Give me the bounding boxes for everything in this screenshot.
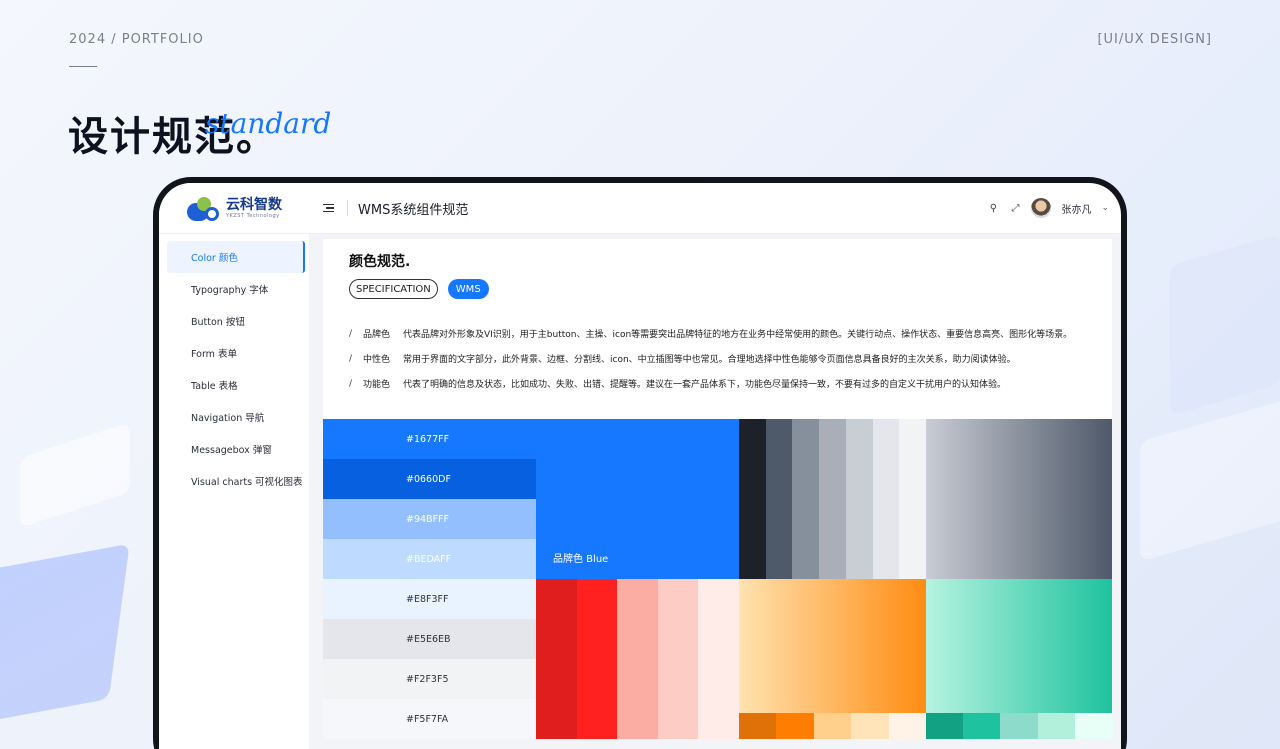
header-actions: ⚲ ⤢ 张亦凡 ⌄ [987, 183, 1109, 233]
sidebar-item-navigation[interactable]: Navigation 导航 [167, 401, 305, 433]
sidebar-item-color[interactable]: Color 颜色 [167, 241, 305, 273]
tag-group: SPECIFICATION WMS [349, 279, 489, 299]
color-spec-card: 颜色规范. SPECIFICATION WMS / 品牌色 代表品牌对外形象及V… [323, 239, 1112, 419]
color-swatch-0660df: #0660DF [323, 459, 536, 499]
orange-swatch [888, 713, 927, 739]
sidebar-item-table[interactable]: Table 表格 [167, 369, 305, 401]
description-item: / 功能色 代表了明确的信息及状态，比如成功、失败、出错、提醒等。建议在一套产品… [349, 378, 1007, 391]
decor-shape [20, 422, 130, 528]
color-swatch-e8f3ff: #E8F3FF [323, 579, 536, 619]
green-swatch [1074, 713, 1113, 739]
brand-color-label: 品牌色 Blue [553, 554, 609, 565]
neutral-gradient [926, 419, 1112, 579]
logo-subtitle: YKZST Technology [226, 213, 280, 219]
fullscreen-icon[interactable]: ⤢ [1009, 203, 1021, 214]
chevron-down-icon[interactable]: ⌄ [1101, 203, 1109, 213]
tag-specification: SPECIFICATION [349, 279, 438, 299]
decor-shape [1140, 398, 1280, 562]
user-name[interactable]: 张亦凡 [1061, 201, 1091, 216]
category-label: [UI/UX DESIGN] [1097, 32, 1212, 47]
neutral-swatch [845, 419, 873, 579]
logo-icon [185, 195, 221, 221]
description-text: 常用于界面的文字部分，此外背景、边框、分割线、icon、中立插图等中也常见。合理… [403, 355, 1016, 365]
description-item: / 中性色 常用于界面的文字部分，此外背景、边框、分割线、icon、中立插图等中… [349, 353, 1016, 366]
sidebar-item-typography[interactable]: Typography 字体 [167, 273, 305, 305]
green-swatch [963, 713, 1002, 739]
green-swatch [1037, 713, 1076, 739]
description-label: 功能色 [363, 380, 391, 390]
neutral-swatch [765, 419, 793, 579]
color-swatch-f2f3f5: #F2F3F5 [323, 659, 536, 699]
red-swatch [657, 579, 699, 739]
script-word: standard [205, 107, 332, 140]
app-screen: 云科智数 YKZST Technology Color 颜色 Typograph… [159, 183, 1121, 749]
sidebar-item-messagebox[interactable]: Messagebox 弹窗 [167, 433, 305, 465]
color-swatch-94bfff: #94BFFF [323, 499, 536, 539]
header-title: WMS系统组件规范 [358, 202, 469, 218]
year-portfolio-label: 2024 / PORTFOLIO [69, 32, 204, 47]
avatar[interactable] [1031, 198, 1052, 218]
decor-shape [1170, 234, 1280, 416]
red-swatch [536, 579, 577, 739]
tablet-frame: 云科智数 YKZST Technology Color 颜色 Typograph… [153, 177, 1127, 749]
sidebar: 云科智数 YKZST Technology Color 颜色 Typograph… [159, 183, 309, 749]
decor-shape [0, 543, 130, 727]
divider [69, 66, 97, 67]
sidebar-item-button[interactable]: Button 按钮 [167, 305, 305, 337]
color-swatch-1677ff: #1677FF [323, 419, 536, 459]
logo[interactable]: 云科智数 YKZST Technology [185, 193, 282, 223]
red-swatch [698, 579, 740, 739]
app-header: WMS系统组件规范 ⚲ ⤢ 张亦凡 ⌄ [309, 183, 1121, 233]
search-icon[interactable]: ⚲ [987, 203, 999, 214]
color-swatch-f5f7fa: #F5F7FA [323, 699, 536, 739]
green-swatch [1000, 713, 1039, 739]
card-title: 颜色规范. [349, 254, 411, 270]
sidebar-item-visual-charts[interactable]: Visual charts 可视化图表 [167, 465, 305, 497]
logo-name: 云科智数 [226, 197, 282, 213]
orange-gradient [739, 579, 926, 713]
sidebar-item-form[interactable]: Form 表单 [167, 337, 305, 369]
orange-swatch [776, 713, 815, 739]
orange-swatch [813, 713, 852, 739]
description-label: 品牌色 [363, 330, 391, 340]
color-swatch-e5e6eb: #E5E6EB [323, 619, 536, 659]
description-text: 代表了明确的信息及状态，比如成功、失败、出错、提醒等。建议在一套产品体系下，功能… [403, 380, 1007, 390]
neutral-swatch [899, 419, 927, 579]
orange-swatch [851, 713, 890, 739]
green-gradient [926, 579, 1112, 713]
red-swatch [617, 579, 659, 739]
header-separator [347, 200, 348, 216]
neutral-swatch [739, 419, 766, 579]
neutral-swatch [819, 419, 847, 579]
color-palette: 品牌色 Blue #1677FF #0660DF #94BFFF #BEDAFF #E8… [323, 419, 1113, 739]
description-item: / 品牌色 代表品牌对外形象及VI识别，用于主button、主操、icon等需要… [349, 328, 1073, 341]
menu-toggle-icon[interactable] [323, 201, 337, 215]
description-text: 代表品牌对外形象及VI识别，用于主button、主操、icon等需要突出品牌特征… [403, 330, 1073, 340]
neutral-swatch [872, 419, 900, 579]
main-content: 颜色规范. SPECIFICATION WMS / 品牌色 代表品牌对外形象及V… [309, 234, 1121, 749]
description-label: 中性色 [363, 355, 391, 365]
red-swatch [576, 579, 618, 739]
tag-wms: WMS [447, 279, 489, 299]
orange-swatch [739, 713, 777, 739]
sidebar-nav: Color 颜色 Typography 字体 Button 按钮 Form 表单… [167, 241, 305, 497]
description-list: / 品牌色 代表品牌对外形象及VI识别，用于主button、主操、icon等需要… [349, 321, 1109, 396]
green-swatch [926, 713, 964, 739]
color-swatch-bedaff: #BEDAFF [323, 539, 536, 579]
neutral-swatch [792, 419, 820, 579]
